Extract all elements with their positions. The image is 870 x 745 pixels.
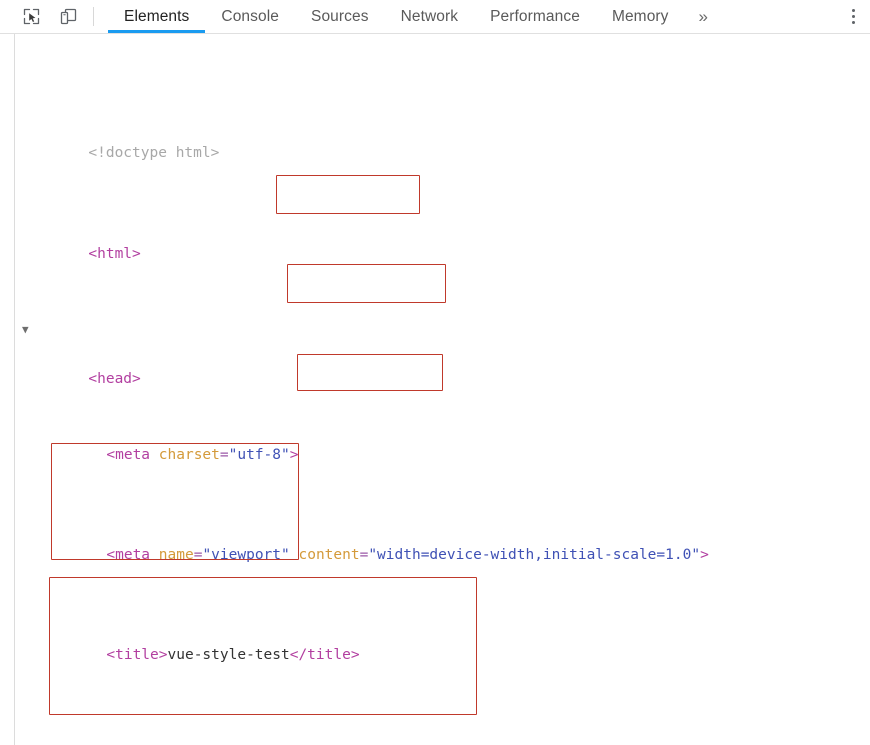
tab-sources[interactable]: Sources — [295, 0, 385, 33]
html-tag: <html> — [88, 245, 141, 262]
tab-elements[interactable]: Elements — [108, 0, 206, 33]
devtools-toolbar: Elements Console Sources Network Perform… — [0, 0, 870, 33]
more-options-icon[interactable] — [836, 9, 870, 24]
tab-memory-label: Memory — [611, 7, 669, 25]
name-attr-name: name — [158, 546, 194, 563]
chevron-down-icon[interactable]: ▼ — [22, 317, 29, 342]
tab-network-label: Network — [400, 7, 459, 25]
dom-tree: <!doctype html> <html> ▼ <head> <meta ch… — [0, 34, 870, 745]
charset-attr-value: "utf-8" — [228, 446, 290, 463]
title-tag-open: <title> — [106, 647, 168, 664]
elements-tree-panel[interactable]: <!doctype html> <html> ▼ <head> <meta ch… — [0, 34, 870, 745]
tab-elements-label: Elements — [124, 7, 190, 25]
meta-tag-gt: > — [289, 446, 299, 463]
tree-row-meta-charset[interactable]: <meta charset="utf-8"> — [0, 417, 870, 463]
panel-tabs: Elements Console Sources Network Perform… — [108, 0, 835, 33]
toolbar-icon-group — [0, 0, 81, 33]
name-attr-value: "viewport" — [202, 546, 290, 563]
charset-attr-name: charset — [158, 446, 220, 463]
meta-tag-open: <meta — [106, 446, 151, 463]
meta-viewport-tag-open: <meta — [106, 546, 151, 563]
tree-row-meta-viewport[interactable]: <meta name="viewport" content="width=dev… — [0, 518, 870, 563]
toolbar-divider — [93, 7, 94, 26]
content-attr-name: content — [298, 546, 360, 563]
tab-memory[interactable]: Memory — [596, 0, 685, 33]
tab-console[interactable]: Console — [205, 0, 295, 33]
title-text: vue-style-test — [167, 647, 290, 664]
head-tag: <head> — [88, 371, 141, 388]
tree-row-head[interactable]: ▼ <head> — [0, 317, 870, 387]
inspect-element-icon[interactable] — [18, 4, 44, 30]
doctype-text: <!doctype html> — [88, 145, 220, 162]
tab-sources-label: Sources — [311, 7, 369, 25]
tab-console-label: Console — [221, 7, 279, 25]
content-attr-value: "width=device-width,initial-scale=1.0" — [368, 546, 701, 563]
meta-viewport-gt: > — [700, 546, 709, 563]
tree-row-html[interactable]: <html> — [0, 217, 870, 262]
tree-row-title[interactable]: <title>vue-style-test</title> — [0, 618, 870, 663]
charset-eq: = — [219, 446, 229, 463]
more-tabs-icon[interactable]: » — [685, 0, 723, 33]
toolbar-right-group — [835, 0, 870, 33]
more-tabs-label: » — [698, 6, 709, 26]
tab-performance-label: Performance — [490, 7, 580, 25]
tab-performance[interactable]: Performance — [474, 0, 596, 33]
tab-network[interactable]: Network — [385, 0, 475, 33]
title-tag-close: </title> — [289, 647, 360, 664]
device-toolbar-icon[interactable] — [55, 4, 81, 30]
tree-row-doctype[interactable]: <!doctype html> — [0, 116, 870, 161]
